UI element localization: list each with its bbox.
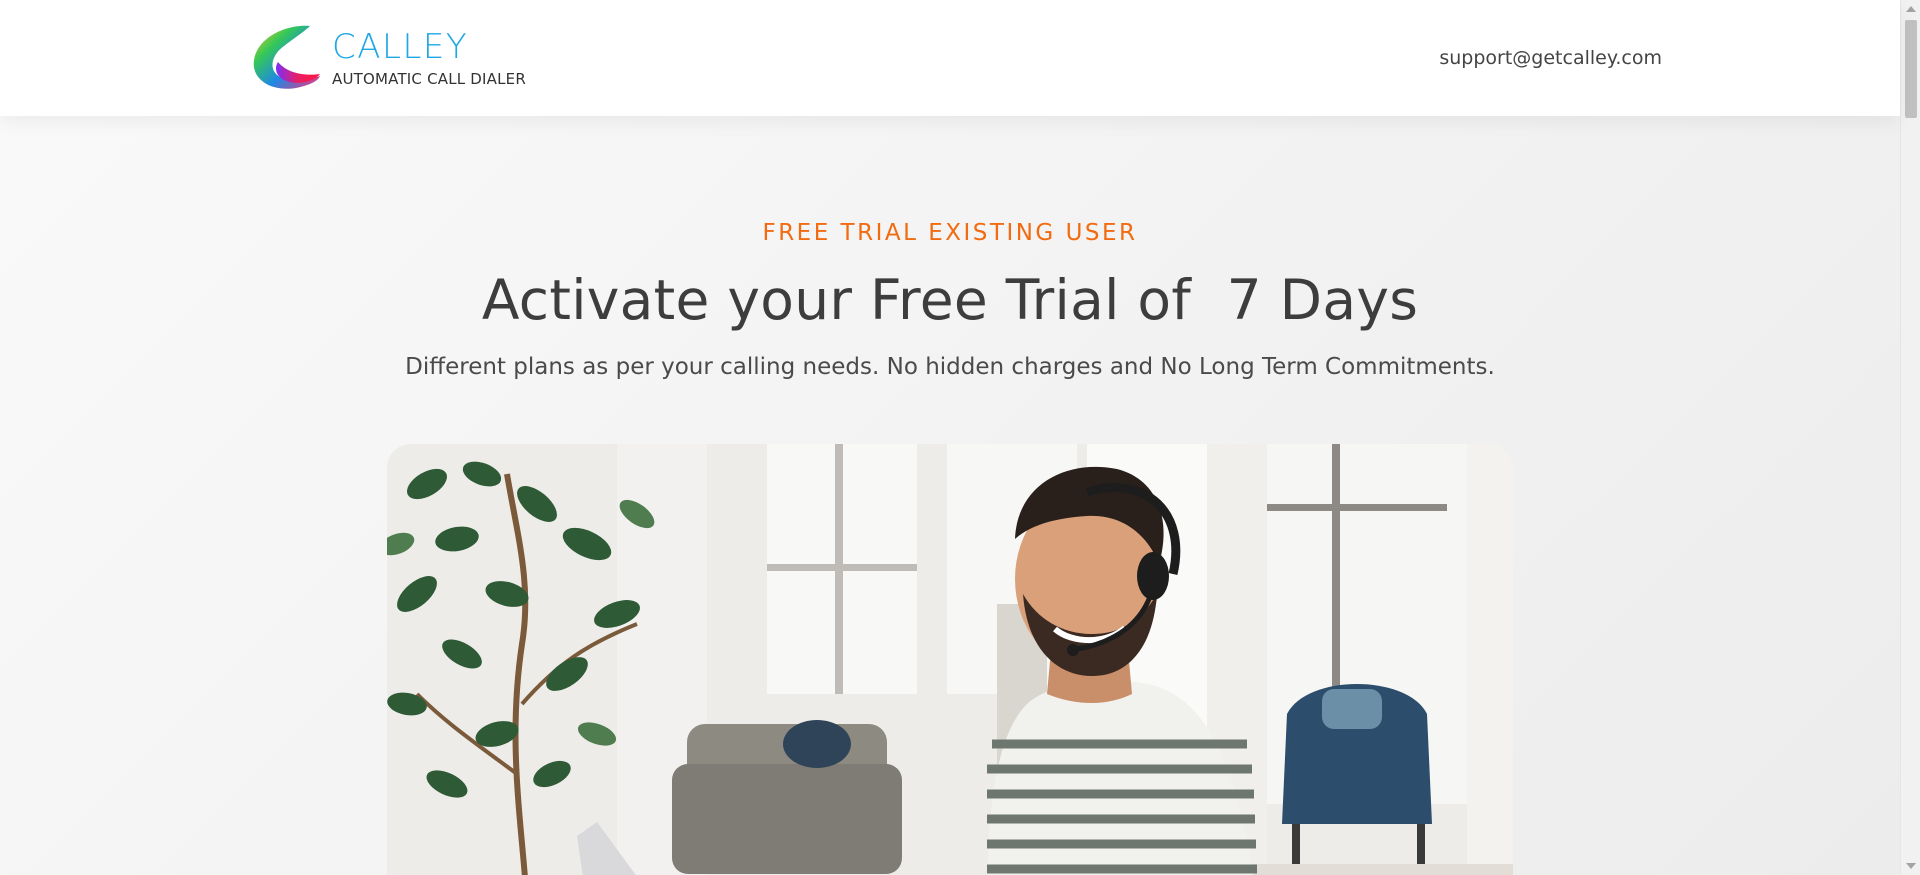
hero-eyebrow: FREE TRIAL EXISTING USER <box>762 220 1138 246</box>
scrollbar-thumb[interactable] <box>1905 20 1917 118</box>
logo[interactable]: CALLEY AUTOMATIC CALL DIALER <box>248 22 526 94</box>
hero-section: FREE TRIAL EXISTING USER Activate your F… <box>0 116 1900 380</box>
site-header: CALLEY AUTOMATIC CALL DIALER support@get… <box>0 0 1900 116</box>
brand-name: CALLEY <box>332 27 469 67</box>
page-scrollbar[interactable] <box>1900 0 1920 875</box>
logo-text: CALLEY AUTOMATIC CALL DIALER <box>332 28 526 88</box>
calley-logo-icon <box>253 25 320 89</box>
hero-image <box>387 444 1513 875</box>
support-email-link[interactable]: support@getcalley.com <box>1439 47 1662 69</box>
brand-tagline: AUTOMATIC CALL DIALER <box>332 70 526 88</box>
triangle-down-icon[interactable] <box>1906 863 1916 869</box>
triangle-up-icon[interactable] <box>1906 6 1916 12</box>
hero-headline: Activate your Free Trial of 7 Days <box>481 268 1419 332</box>
hero-subline: Different plans as per your calling need… <box>405 354 1495 380</box>
hero-photo-illustration <box>387 444 1513 875</box>
page: CALLEY AUTOMATIC CALL DIALER support@get… <box>0 0 1920 875</box>
